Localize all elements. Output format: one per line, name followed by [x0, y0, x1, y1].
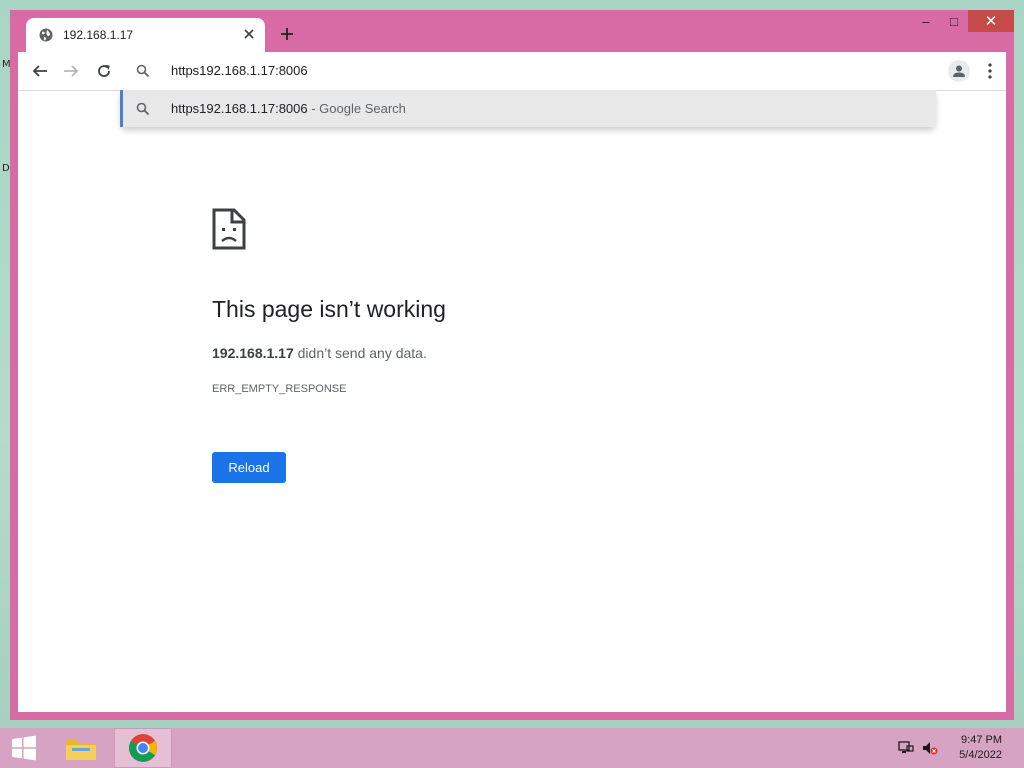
error-description: 192.168.1.17 didn’t send any data.: [212, 345, 427, 361]
new-tab-button[interactable]: [277, 25, 297, 45]
tab-close-icon[interactable]: [241, 26, 257, 42]
window-controls: – □ ✕: [912, 10, 1014, 32]
plus-icon: [281, 28, 293, 40]
browser-tab[interactable]: 192.168.1.17: [26, 18, 265, 52]
browser-menu-button[interactable]: [982, 60, 998, 82]
reload-button[interactable]: Reload: [212, 452, 286, 483]
desktop-fragment: D: [2, 163, 10, 174]
close-button[interactable]: ✕: [968, 10, 1014, 32]
minimize-button[interactable]: –: [912, 10, 940, 32]
page-content: This page isn’t working 192.168.1.17 did…: [18, 90, 1006, 712]
maximize-button[interactable]: □: [940, 10, 968, 32]
file-explorer-button[interactable]: [52, 728, 110, 768]
start-icon: [12, 735, 36, 761]
clock-time: 9:47 PM: [961, 734, 1002, 746]
error-host: 192.168.1.17: [212, 345, 294, 361]
chrome-taskbar-button[interactable]: [114, 728, 172, 768]
refresh-icon: [98, 65, 110, 77]
address-input[interactable]: [171, 63, 911, 78]
search-icon: [136, 64, 150, 78]
chrome-icon: [129, 734, 157, 762]
suggestion-item[interactable]: https192.168.1.17:8006 - Google Search: [120, 90, 936, 127]
maximize-icon: □: [950, 13, 958, 29]
omnibox-suggestions: https192.168.1.17:8006 - Google Search: [120, 90, 936, 127]
three-dots-vertical-icon: [988, 63, 992, 79]
suggestion-text: https192.168.1.17:8006 - Google Search: [171, 101, 406, 116]
close-icon: ✕: [984, 13, 998, 30]
back-arrow-icon: [32, 65, 47, 77]
clock-date: 5/4/2022: [959, 749, 1002, 761]
tab-title: 192.168.1.17: [63, 28, 134, 42]
globe-icon: [39, 28, 53, 42]
volume-muted-icon[interactable]: [922, 740, 938, 756]
person-icon: [953, 65, 965, 77]
error-title: This page isn’t working: [212, 296, 446, 322]
search-icon: [136, 102, 150, 116]
back-button[interactable]: [28, 59, 52, 83]
forward-button[interactable]: [59, 59, 83, 83]
network-icon[interactable]: [898, 740, 914, 756]
forward-arrow-icon: [64, 65, 79, 77]
suggestion-query: https192.168.1.17:8006: [171, 101, 308, 116]
start-button[interactable]: [0, 728, 48, 768]
file-explorer-icon: [66, 740, 96, 760]
profile-button[interactable]: [948, 60, 970, 82]
suggestion-suffix: - Google Search: [307, 101, 406, 116]
sad-document-icon: [212, 208, 246, 250]
taskbar: 9:47 PM 5/4/2022: [0, 728, 1024, 768]
reload-toolbar-button[interactable]: [92, 59, 116, 83]
browser-toolbar: [18, 52, 1006, 90]
system-clock[interactable]: 9:47 PM 5/4/2022: [959, 733, 1002, 763]
error-message: didn’t send any data.: [293, 345, 427, 361]
address-bar[interactable]: [120, 52, 936, 90]
minimize-icon: –: [922, 13, 930, 29]
error-code: ERR_EMPTY_RESPONSE: [212, 383, 347, 395]
browser-window: 192.168.1.17 – □ ✕ https192.168.1.17:800…: [10, 10, 1014, 720]
title-bar[interactable]: 192.168.1.17 – □ ✕: [10, 10, 1014, 52]
